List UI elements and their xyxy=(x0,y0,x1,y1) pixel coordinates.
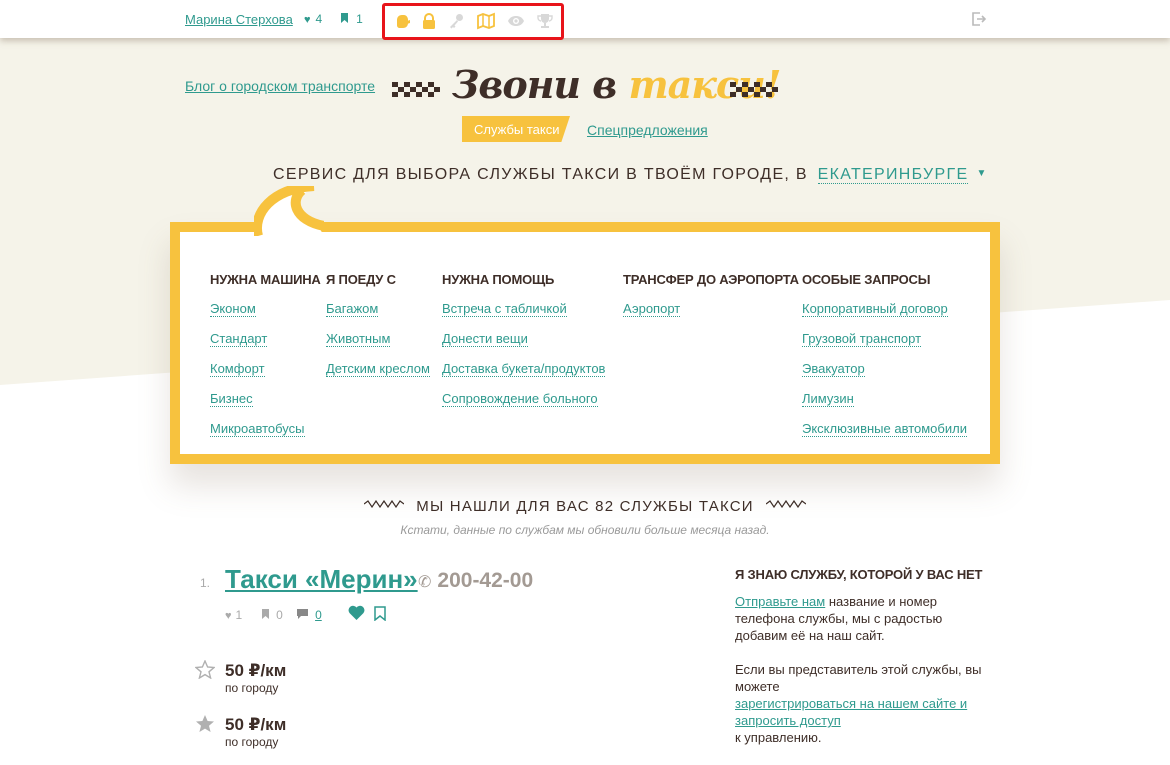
logout-icon[interactable] xyxy=(971,12,987,26)
speech-bubble-tail xyxy=(254,186,324,236)
checker-pattern-right xyxy=(730,82,778,97)
blog-link[interactable]: Блог о городском транспорте xyxy=(185,78,375,94)
representative-text: Если вы представитель этой службы, вы мо… xyxy=(735,662,982,745)
trophy-icon[interactable] xyxy=(536,12,554,30)
achievements-box xyxy=(382,3,564,40)
likes-counter[interactable]: ♥ 4 xyxy=(304,12,322,26)
category-link[interactable]: Эвакуатор xyxy=(802,361,967,391)
results-heading: МЫ НАШЛИ ДЛЯ ВАС 82 СЛУЖБЫ ТАКСИ xyxy=(0,498,1170,515)
hand-icon[interactable] xyxy=(394,12,412,30)
category-link[interactable]: Животным xyxy=(326,331,430,361)
price-note: по городу xyxy=(225,681,279,695)
category-link[interactable]: Эксклюзивные автомобили xyxy=(802,421,967,451)
map-icon[interactable] xyxy=(477,12,495,30)
lock-icon[interactable] xyxy=(420,12,438,30)
category-link[interactable]: Детским креслом xyxy=(326,361,430,391)
category-column: НУЖНА МАШИНА Эконом Стандарт Комфорт Биз… xyxy=(210,272,321,451)
city-selector[interactable]: ЕКАТЕРИНБУРГЕ xyxy=(817,166,969,184)
price-value: 50 ₽/км xyxy=(225,715,287,734)
star-outline-icon[interactable] xyxy=(195,660,215,679)
category-link[interactable]: Доставка букета/продуктов xyxy=(442,361,606,391)
category-title: Я ПОЕДУ С xyxy=(326,272,396,287)
category-link[interactable]: Сопровождение больного xyxy=(442,391,605,421)
service-comments[interactable]: 0 xyxy=(297,608,322,622)
category-column: ТРАНСФЕР ДО АЭРОПОРТА Аэропорт xyxy=(623,272,799,331)
bookmark-icon xyxy=(262,609,272,622)
service-phone[interactable]: ✆ 200-42-00 xyxy=(418,569,533,593)
comment-icon xyxy=(297,609,311,622)
register-link[interactable]: зарегистрироваться на нашем сайте и запр… xyxy=(735,696,967,728)
zigzag-decoration xyxy=(765,500,806,508)
category-column: Я ПОЕДУ С Багажом Животным Детским кресл… xyxy=(326,272,430,391)
tab-special-offers[interactable]: Спецпредложения xyxy=(587,122,708,138)
category-column: НУЖНА ПОМОЩЬ Встреча с табличкой Донести… xyxy=(442,272,606,421)
category-link[interactable]: Грузовой транспорт xyxy=(802,331,967,361)
bookmark-icon xyxy=(341,13,351,26)
service-name-link[interactable]: Такси «Мерин» xyxy=(225,564,418,595)
add-service-title: Я ЗНАЮ СЛУЖБУ, КОТОРОЙ У ВАС НЕТ xyxy=(735,567,983,582)
tab-taxi-services[interactable]: Службы такси xyxy=(462,116,570,142)
category-link[interactable]: Корпоративный договор xyxy=(802,301,967,331)
bookmarks-counter[interactable]: 1 xyxy=(341,12,363,26)
send-us-link[interactable]: Отправьте нам xyxy=(735,594,825,609)
category-title: НУЖНА ПОМОЩЬ xyxy=(442,272,555,287)
top-bar: Марина Стерхова ♥ 4 1 xyxy=(0,0,1170,40)
key-icon[interactable] xyxy=(447,12,465,30)
price-value: 50 ₽/км xyxy=(225,661,287,680)
phone-icon: ✆ xyxy=(418,574,432,591)
user-profile-link[interactable]: Марина Стерхова xyxy=(185,12,293,27)
category-link[interactable]: Стандарт xyxy=(210,331,321,361)
add-service-box: Я ЗНАЮ СЛУЖБУ, КОТОРОЙ У ВАС НЕТ Отправь… xyxy=(735,566,985,746)
service-bookmarks: 0 xyxy=(262,608,283,622)
category-title: ТРАНСФЕР ДО АЭРОПОРТА xyxy=(623,272,799,287)
tagline: СЕРВИС ДЛЯ ВЫБОРА СЛУЖБЫ ТАКСИ В ТВОЁМ Г… xyxy=(273,166,988,184)
heart-icon: ♥ xyxy=(225,610,232,622)
category-title: НУЖНА МАШИНА xyxy=(210,272,321,287)
bookmark-toggle-icon[interactable] xyxy=(374,606,386,621)
update-note: Кстати, данные по службам мы обновили бо… xyxy=(400,523,770,537)
eye-icon[interactable] xyxy=(507,12,525,30)
category-link[interactable]: Встреча с табличкой xyxy=(442,301,605,331)
add-service-text: Отправьте нам название и номер телефона … xyxy=(735,594,943,643)
star-filled-icon[interactable] xyxy=(195,714,215,733)
chevron-down-icon[interactable]: ▼ xyxy=(976,168,987,179)
zigzag-decoration xyxy=(364,500,405,508)
category-link[interactable]: Аэропорт xyxy=(623,301,799,331)
result-rank: 1. xyxy=(200,576,211,590)
category-title: ОСОБЫЕ ЗАПРОСЫ xyxy=(802,272,931,287)
category-link[interactable]: Багажом xyxy=(326,301,430,331)
category-column: ОСОБЫЕ ЗАПРОСЫ Корпоративный договор Гру… xyxy=(802,272,967,451)
price-note: по городу xyxy=(225,735,279,749)
category-link[interactable]: Микроавтобусы xyxy=(210,421,321,451)
service-likes: ♥ 1 xyxy=(225,608,243,622)
category-link[interactable]: Донести вещи xyxy=(442,331,605,361)
category-link[interactable]: Комфорт xyxy=(210,361,321,391)
checker-pattern-left xyxy=(392,82,440,97)
category-link[interactable]: Эконом xyxy=(210,301,321,331)
category-panel: НУЖНА МАШИНА Эконом Стандарт Комфорт Биз… xyxy=(170,222,1000,464)
heart-icon: ♥ xyxy=(304,14,311,26)
category-link[interactable]: Лимузин xyxy=(802,391,967,421)
category-link[interactable]: Бизнес xyxy=(210,391,321,421)
like-heart-icon[interactable] xyxy=(348,605,365,620)
